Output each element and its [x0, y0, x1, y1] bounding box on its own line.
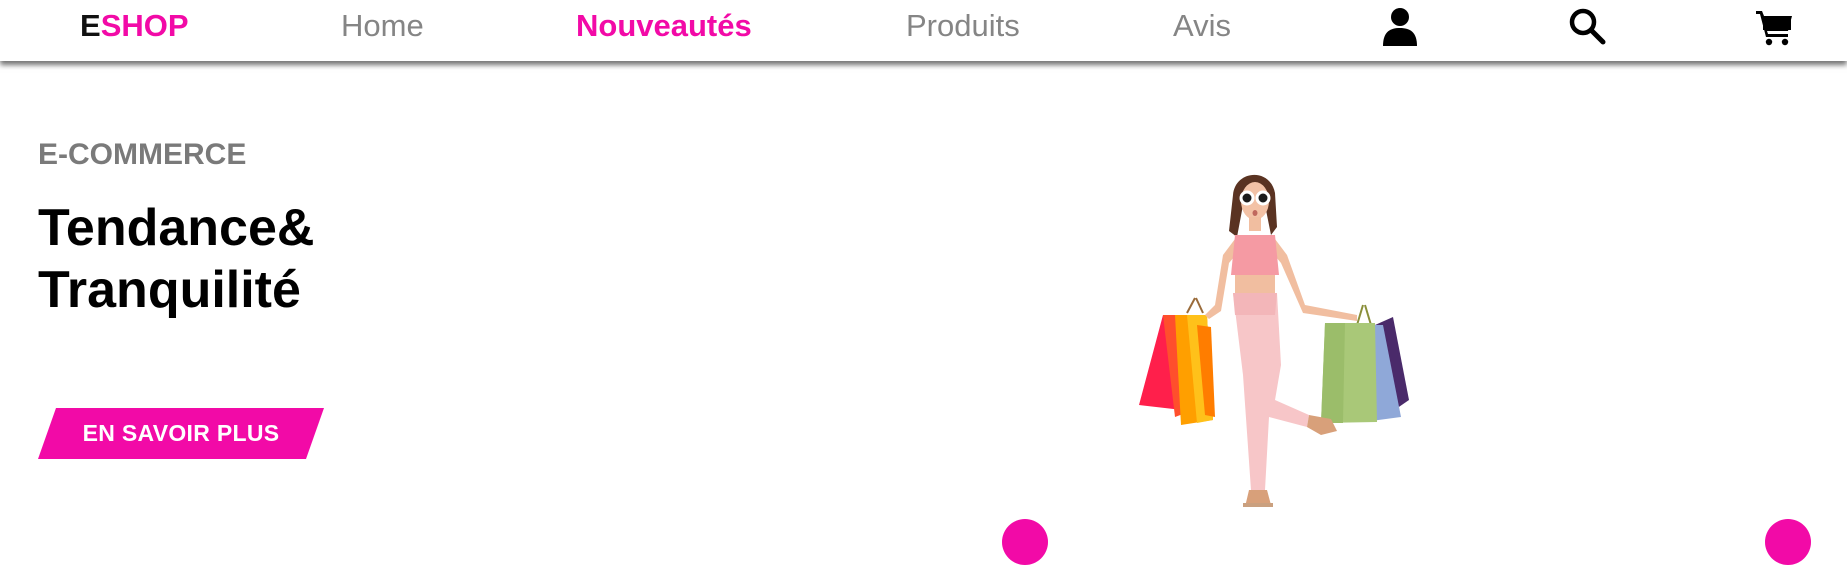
- hero-title-line-1: Tendance&: [38, 199, 315, 257]
- learn-more-button-label: EN SAVOIR PLUS: [82, 420, 280, 446]
- search-icon[interactable]: [1567, 6, 1607, 46]
- top-navbar: ESHOP Home Nouveautés Produits Avis: [0, 0, 1847, 61]
- user-icon[interactable]: [1380, 6, 1420, 46]
- nav-link-produits[interactable]: Produits: [906, 8, 1020, 44]
- brand-logo-rest: SHOP: [100, 8, 189, 43]
- cart-icon[interactable]: [1754, 6, 1794, 46]
- nav-link-home[interactable]: Home: [341, 8, 424, 44]
- learn-more-button[interactable]: EN SAVOIR PLUS: [38, 408, 324, 459]
- carousel-prev-dot[interactable]: [1002, 519, 1048, 565]
- nav-link-avis[interactable]: Avis: [1173, 8, 1231, 44]
- hero-title-line-2: Tranquilité: [38, 261, 301, 319]
- brand-logo-first-letter: E: [80, 8, 101, 43]
- hero-title: Tendance& Tranquilité: [38, 197, 314, 321]
- hero-woman-shopping-image: [1125, 165, 1435, 565]
- brand-logo[interactable]: ESHOP: [80, 8, 189, 44]
- nav-link-nouveautes[interactable]: Nouveautés: [576, 8, 752, 44]
- carousel-next-dot[interactable]: [1765, 519, 1811, 565]
- right-shopping-bags: [1321, 304, 1409, 423]
- left-shopping-bags: [1139, 297, 1215, 425]
- hero-kicker: E-COMMERCE: [38, 138, 247, 171]
